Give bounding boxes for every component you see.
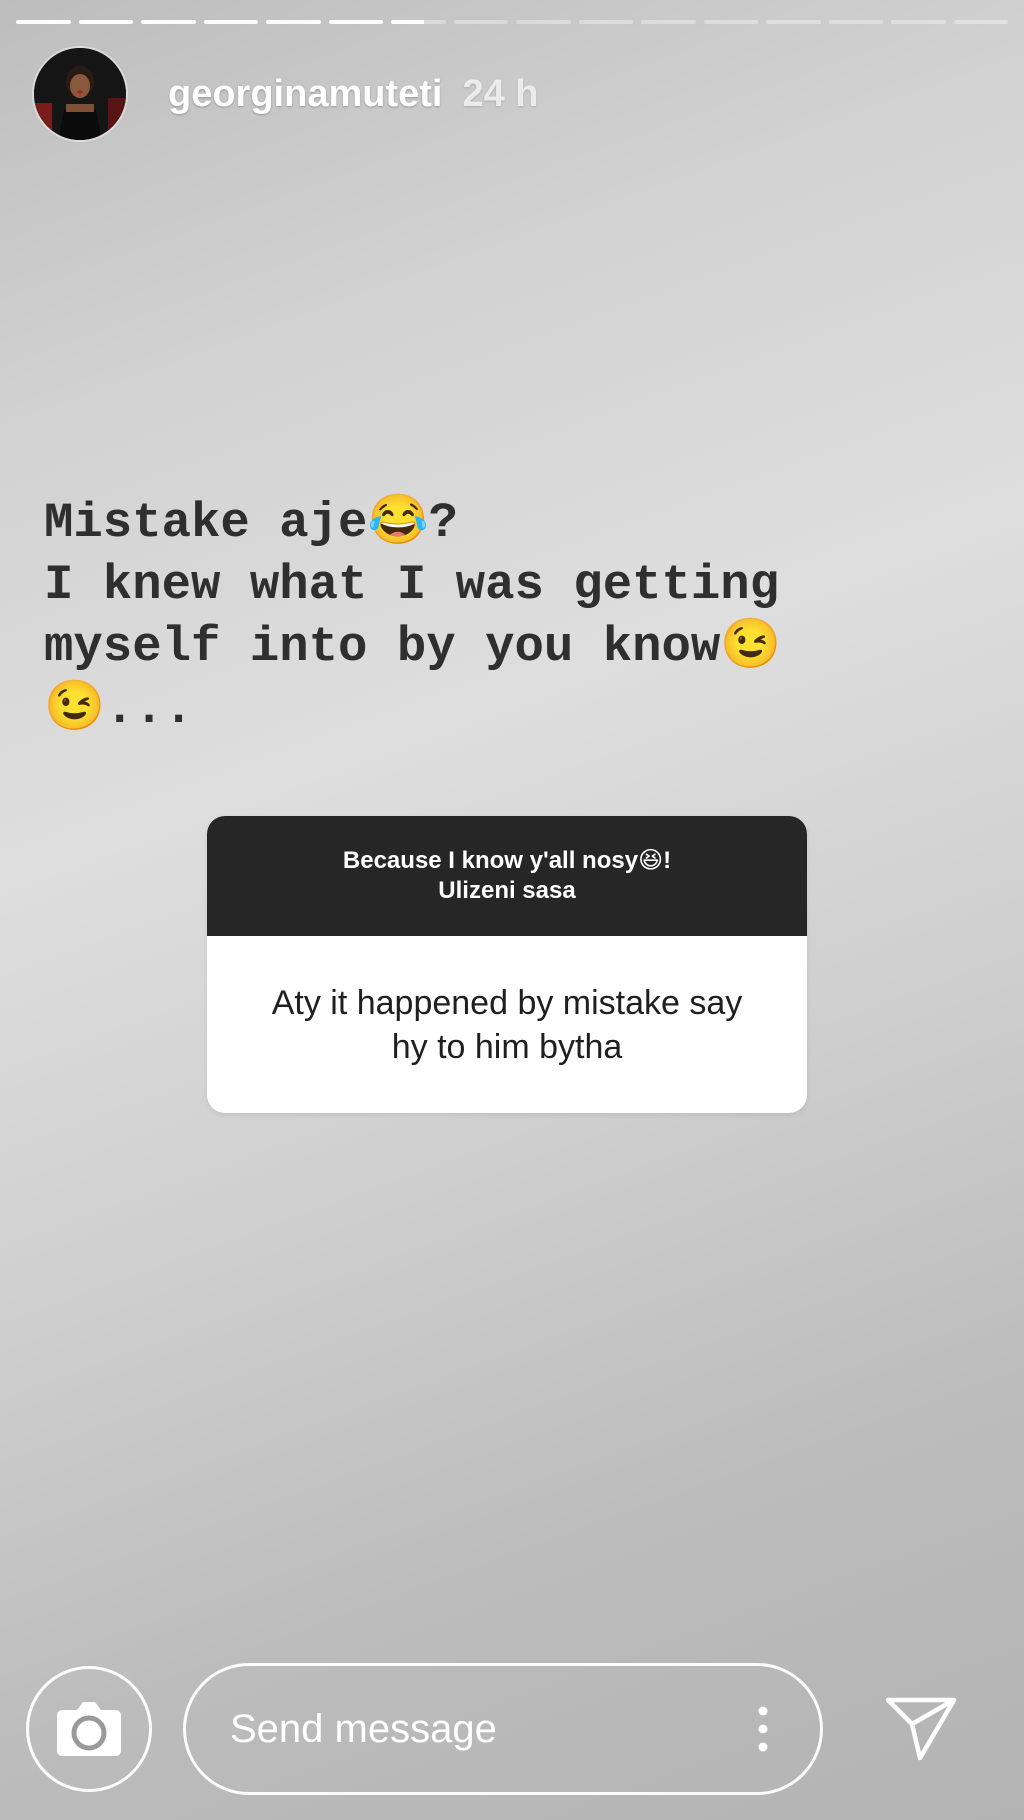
progress-segment bbox=[828, 20, 883, 24]
caption-line: Mistake aje😂? bbox=[44, 495, 458, 551]
progress-segment bbox=[328, 20, 383, 24]
username[interactable]: georginamuteti bbox=[168, 73, 442, 116]
progress-segment bbox=[266, 20, 321, 24]
question-prompt-line: Because I know y'all nosy😆! bbox=[342, 847, 672, 874]
progress-segment bbox=[953, 20, 1008, 24]
question-answer: Aty it happened by mistake say hy to him… bbox=[207, 936, 807, 1113]
question-answer-line: Aty it happened by mistake say bbox=[271, 983, 743, 1022]
question-prompt: Because I know y'all nosy😆! Ulizeni sasa bbox=[207, 816, 807, 936]
avatar-image bbox=[34, 48, 126, 140]
story-caption: Mistake aje😂? I knew what I was getting … bbox=[44, 492, 984, 740]
progress-segment bbox=[391, 20, 446, 24]
question-prompt-line: Ulizeni sasa bbox=[438, 877, 576, 904]
progress-segment bbox=[453, 20, 508, 24]
send-icon[interactable] bbox=[884, 1694, 958, 1762]
question-sticker[interactable]: Because I know y'all nosy😆! Ulizeni sasa… bbox=[207, 816, 807, 1113]
send-message-placeholder: Send message bbox=[230, 1706, 497, 1751]
camera-button[interactable] bbox=[26, 1666, 152, 1792]
story-progress-bar bbox=[16, 20, 1008, 24]
caption-line: 😉... bbox=[44, 681, 194, 737]
progress-segment bbox=[766, 20, 821, 24]
progress-segment bbox=[516, 20, 571, 24]
progress-segment bbox=[16, 20, 71, 24]
camera-icon bbox=[57, 1702, 121, 1756]
question-answer-line: hy to him bytha bbox=[391, 1027, 623, 1066]
avatar[interactable] bbox=[34, 48, 126, 140]
progress-segment bbox=[141, 20, 196, 24]
send-message-field[interactable]: Send message bbox=[183, 1663, 823, 1795]
progress-segment bbox=[641, 20, 696, 24]
timestamp: 24 h bbox=[462, 72, 539, 115]
progress-segment bbox=[891, 20, 946, 24]
progress-segment bbox=[203, 20, 258, 24]
story-header: georginamuteti 24 h bbox=[34, 48, 539, 140]
caption-line: myself into by you know😉 bbox=[44, 619, 782, 675]
progress-segment bbox=[578, 20, 633, 24]
caption-line: I knew what I was getting bbox=[44, 557, 780, 613]
more-options-icon[interactable] bbox=[758, 1706, 768, 1752]
progress-segment bbox=[703, 20, 758, 24]
progress-segment bbox=[78, 20, 133, 24]
